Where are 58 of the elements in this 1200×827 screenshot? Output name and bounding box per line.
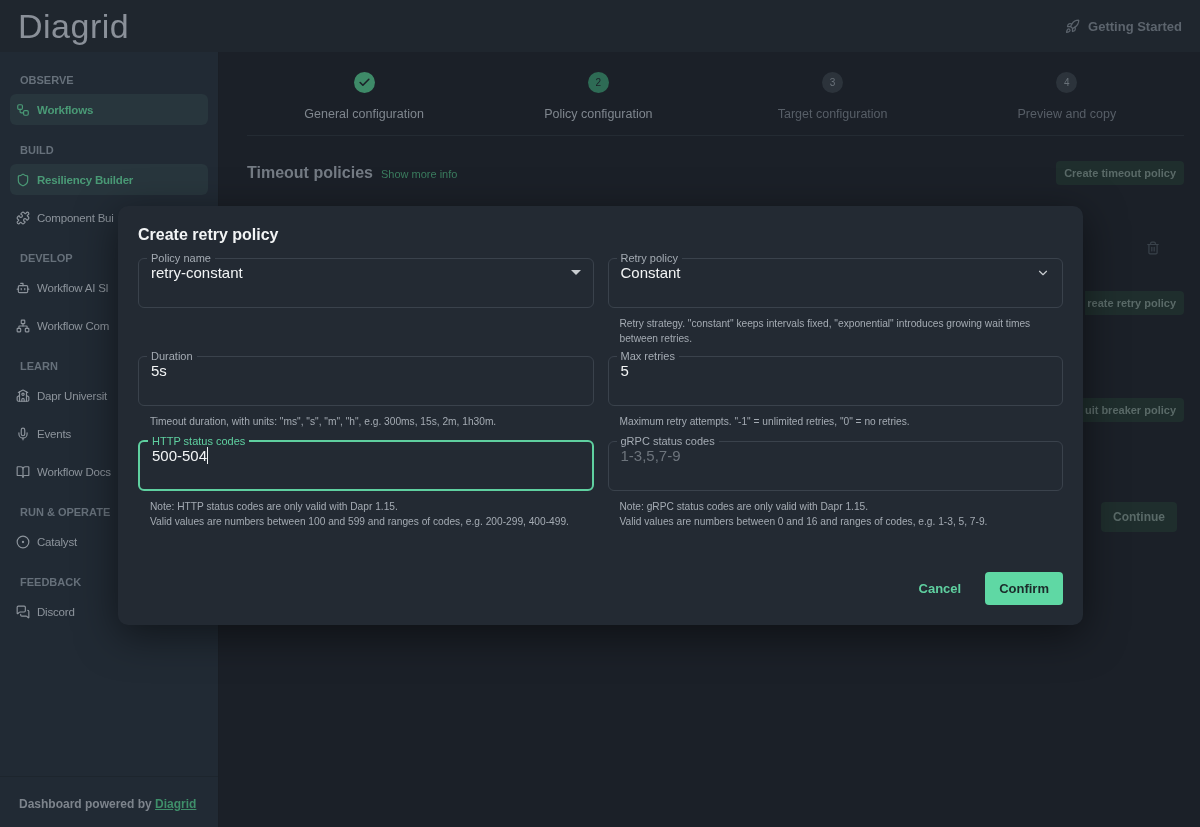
create-policy-button[interactable]: reate retry policy [1085, 291, 1184, 315]
sidebar-section-title: DEVELOP [20, 252, 73, 264]
field-value: 5 [620, 362, 629, 379]
field-value: retry-constant [151, 264, 243, 281]
show-more-link[interactable]: Show more info [380, 168, 458, 180]
logo: Diagrid [18, 6, 130, 46]
sidebar-item[interactable]: Workflows [10, 94, 208, 125]
select-field[interactable]: Policy name retry-constant [138, 252, 594, 308]
sidebar-section-title: RUN & OPERATE [20, 506, 111, 518]
section-title: Timeout policies [247, 164, 373, 182]
field-value: 500-504 [152, 447, 208, 464]
input-field[interactable]: Max retries 5 [607, 350, 1063, 406]
confirm-button[interactable]: Confirm [985, 572, 1063, 605]
step-indicator: 4 [1056, 72, 1078, 93]
sidebar-section-title: OBSERVE [20, 74, 74, 86]
sidebar-item[interactable]: Workflow Docs [10, 456, 117, 487]
helper-text: Retry strategy. "constant" keeps intervals fixed, "exponential" introduces growing wait times between retries. [618, 317, 1032, 346]
sidebar-item[interactable]: Events [10, 418, 77, 449]
sidebar-section-title: BUILD [20, 144, 54, 156]
field-label: Duration [150, 350, 194, 362]
step-label: Target configuration [777, 107, 888, 121]
sidebar-item[interactable]: Catalyst [10, 526, 83, 557]
field-label: Retry policy [619, 252, 679, 264]
helper-text: Timeout duration, with units: "ms", "s", "m", "h", e.g. 300ms, 15s, 2m, 1h30m. [149, 415, 498, 429]
sidebar-item[interactable]: Resiliency Builder [10, 164, 208, 195]
placeholder-text: 1-3,5,7-9 [620, 447, 681, 464]
field-label: gRPC status codes [619, 435, 716, 447]
helper-text: Maximum retry attempts. "-1" = unlimited retries, "0" = no retries. [618, 415, 911, 429]
sidebar-item[interactable]: Workflow Com [10, 310, 116, 341]
field-value: Constant [620, 264, 681, 281]
dialog-title: Create retry policy [138, 226, 280, 244]
field-value: 5s [151, 362, 167, 379]
step-label: Preview and copy [1017, 107, 1117, 121]
step-label: General configuration [304, 107, 424, 121]
field-label: Max retries [619, 350, 676, 362]
create-timeout-button[interactable]: Create timeout policy [1056, 161, 1184, 185]
cancel-button[interactable]: Cancel [912, 580, 968, 597]
step-label: Policy configuration [544, 107, 653, 121]
select-field[interactable]: Retry policy Constant [607, 252, 1063, 308]
sidebar-section-title: FEEDBACK [20, 576, 82, 588]
input-field[interactable]: gRPC status codes 1-3,5,7-9 [607, 435, 1063, 491]
field-label: HTTP status codes [151, 435, 247, 447]
sidebar-item[interactable]: Component Bui [10, 202, 120, 233]
input-field[interactable]: Duration 5s [138, 350, 594, 406]
helper-text: Note: HTTP status codes are only valid with Dapr 1.15. Valid values are numbers between 100 and 599 and ranges of codes, e.g. 200-299, 400-499. [149, 500, 570, 529]
helper-text: Note: gRPC status codes are only valid with Dapr 1.15. Valid values are numbers between 0 and 16 and ranges of codes, e.g. 1-3, 5, 7-9. [618, 500, 989, 529]
continue-button[interactable]: Continue [1101, 502, 1177, 532]
step-indicator: 2 [587, 72, 609, 93]
diagrid-link[interactable]: Diagrid [155, 797, 197, 811]
getting-started-link[interactable]: Getting Started [1065, 18, 1182, 34]
footer-text: Dashboard powered by [19, 797, 152, 811]
sidebar-section-title: LEARN [20, 360, 58, 372]
sidebar-item[interactable]: Dapr Universit [10, 380, 114, 411]
field-label: Policy name [150, 252, 212, 264]
sidebar-item[interactable]: Workflow AI Sl [10, 272, 115, 303]
step-indicator: 3 [822, 72, 844, 93]
input-field[interactable]: HTTP status codes 500-504 [138, 435, 594, 491]
sidebar-item[interactable]: Discord [10, 596, 81, 627]
